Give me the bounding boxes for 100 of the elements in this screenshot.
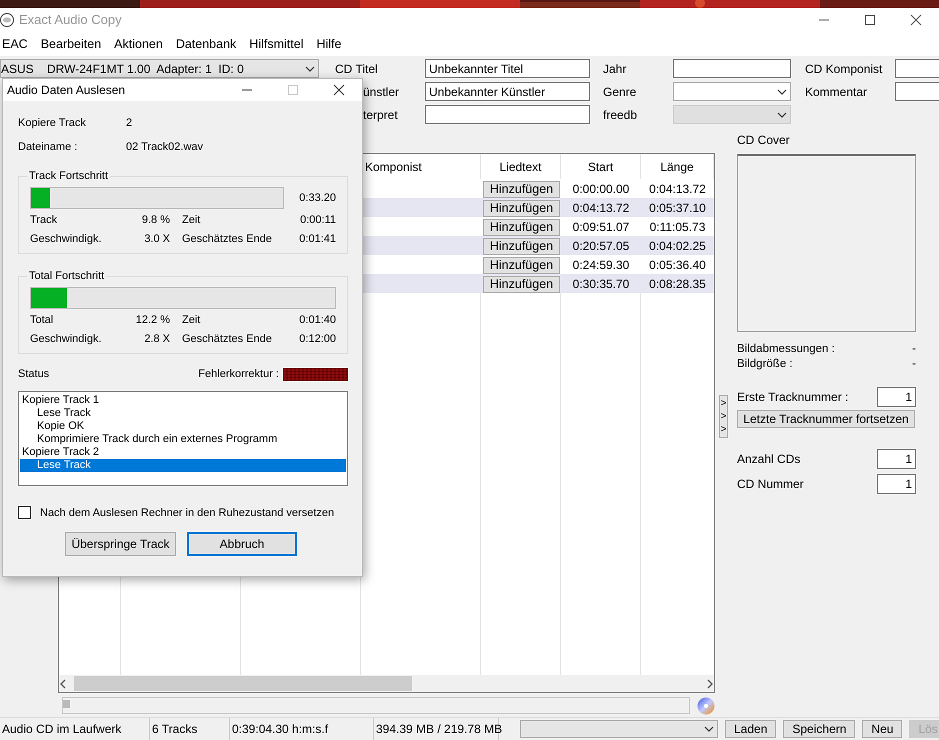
- column-header[interactable]: Länge: [641, 154, 714, 179]
- field-label: terpret: [363, 108, 398, 122]
- info-label: Kopiere Track: [18, 117, 87, 129]
- chevron-down-icon: [704, 724, 714, 734]
- add-lyrics-button[interactable]: Hinzufügen: [483, 218, 560, 236]
- disc-icon[interactable]: [697, 697, 715, 715]
- log-entry[interactable]: Komprimiere Track durch ein externes Programm: [20, 433, 346, 446]
- number-field[interactable]: 1: [877, 449, 916, 469]
- drive-dropdown[interactable]: ASUS DRW-24F1MT 1.00 Adapter: 1 ID: 0: [0, 59, 319, 78]
- table-cell-text: 0:05:37.10: [648, 200, 707, 216]
- scrollbar-thumb[interactable]: [74, 676, 412, 691]
- status-text: 0:39:04.30 h:m:s.f: [230, 718, 374, 740]
- stat-label: Geschätztes Ende: [182, 332, 273, 344]
- info-value: 2: [126, 117, 132, 129]
- log-entry[interactable]: Lese Track: [20, 407, 346, 420]
- field-label: Genre: [603, 84, 638, 98]
- cancel-button[interactable]: Abbruch: [187, 532, 297, 556]
- continue-numbering-button[interactable]: Letzte Tracknummer fortsetzen: [737, 410, 915, 428]
- chevron-down-icon: [305, 64, 315, 74]
- column-header[interactable]: Start: [561, 154, 641, 179]
- info-label: Bildabmessungen :: [737, 343, 835, 357]
- info-label: Dateiname :: [18, 141, 78, 153]
- close-icon: [333, 84, 345, 96]
- stat-label: Total: [30, 314, 54, 326]
- log-entry[interactable]: Kopie OK: [20, 420, 346, 433]
- menu-item[interactable]: Aktionen: [108, 36, 170, 50]
- seek-slider[interactable]: [62, 697, 690, 714]
- field-label: CD Nummer: [737, 477, 804, 491]
- maximize-icon: [864, 14, 876, 26]
- table-cell-text: 0:08:28.35: [648, 276, 707, 292]
- menu-item[interactable]: Bearbeiten: [34, 36, 108, 50]
- add-lyrics-button[interactable]: Hinzufügen: [483, 200, 560, 216]
- status-text: Audio CD im Laufwerk: [0, 718, 150, 740]
- stat-value: 0:01:41: [299, 232, 336, 244]
- number-field[interactable]: 1: [877, 387, 916, 407]
- input-field[interactable]: [895, 82, 939, 101]
- menu-item[interactable]: Hilfsmittel: [243, 36, 310, 50]
- field-label: Erste Tracknummer :: [737, 390, 848, 404]
- stat-value: 0:01:40: [299, 314, 336, 326]
- add-lyrics-button[interactable]: Hinzufügen: [483, 238, 560, 254]
- table-cell-text: 0:04:13.72: [572, 200, 630, 216]
- column-header[interactable]: Liedtext: [481, 154, 561, 179]
- table-cell-text: 0:04:13.72: [648, 180, 707, 198]
- field-label: CD Komponist: [805, 62, 884, 76]
- progress-time: 0:33.20: [299, 192, 336, 204]
- field-label: Jahr: [603, 62, 628, 76]
- genre-dropdown[interactable]: [673, 82, 791, 101]
- horizontal-scrollbar[interactable]: [59, 675, 714, 692]
- info-label: Bildgröße :: [737, 358, 793, 372]
- toolbar-button[interactable]: Neu: [862, 720, 902, 738]
- checkbox-label[interactable]: Nach dem Auslesen Rechner in den Ruhezustand versetzen: [40, 506, 334, 518]
- status-text: 6 Tracks: [150, 718, 230, 740]
- chevron-down-icon: [777, 86, 787, 96]
- menu-item[interactable]: Datenbank: [170, 36, 244, 50]
- stat-value: 0:00:11: [300, 214, 336, 226]
- input-field[interactable]: [895, 59, 939, 78]
- add-lyrics-button[interactable]: Hinzufügen: [483, 256, 560, 274]
- log-entry[interactable]: Lese Track: [20, 459, 346, 472]
- section-label: CD Cover: [737, 133, 791, 147]
- add-lyrics-button[interactable]: Hinzufügen: [483, 180, 560, 198]
- maximize-icon: [287, 84, 299, 96]
- skip-track-button[interactable]: Überspringe Track: [65, 532, 176, 556]
- group-title: Total Fortschritt: [28, 270, 106, 282]
- status-text: 394.39 MB / 219.78 MB: [374, 718, 499, 740]
- menu-item[interactable]: Hilfe: [310, 36, 348, 50]
- window-title: Exact Audio Copy: [19, 12, 123, 27]
- info-value: -: [912, 358, 916, 372]
- input-field[interactable]: Unbekannter Künstler: [425, 82, 590, 101]
- expand-panel-button[interactable]: >>>: [719, 395, 728, 438]
- log-entry[interactable]: Kopiere Track 1: [20, 394, 346, 407]
- stat-label: Zeit: [182, 214, 202, 226]
- stat-label: Geschwindigk.: [30, 232, 103, 244]
- status-label: Status: [18, 368, 50, 380]
- field-label: ünstler: [363, 84, 400, 98]
- stat-label: Geschätztes Ende: [182, 232, 273, 244]
- stat-value: 0:12:00: [299, 332, 336, 344]
- stat-value: 3.0 X: [143, 232, 170, 244]
- stat-value: 2.8 X: [143, 332, 170, 344]
- stat-label: Track: [30, 214, 58, 226]
- table-cell-text: 0:09:51.07: [572, 218, 630, 236]
- stat-label: Zeit: [182, 314, 202, 326]
- number-field[interactable]: 1: [877, 474, 916, 494]
- log-entry[interactable]: Kopiere Track 2: [20, 446, 346, 459]
- toolbar-button[interactable]: Laden: [725, 720, 776, 738]
- stat-value: 9.8 %: [140, 214, 170, 226]
- add-lyrics-button[interactable]: Hinzufügen: [483, 276, 560, 292]
- slider-thumb[interactable]: [63, 700, 70, 708]
- input-field[interactable]: [673, 59, 791, 78]
- stat-label: Geschwindigk.: [30, 332, 103, 344]
- input-field[interactable]: Unbekannter Titel: [425, 59, 590, 78]
- table-cell-text: 0:30:35.70: [572, 276, 630, 292]
- toolbar-button[interactable]: Speichern: [783, 720, 856, 738]
- menu-item[interactable]: EAC: [0, 36, 35, 50]
- field-label: CD Titel: [335, 62, 379, 76]
- table-cell-text: 0:20:57.05: [572, 238, 630, 254]
- table-cell-text: 0:00:00.00: [572, 180, 630, 198]
- checkbox[interactable]: [18, 506, 31, 519]
- stat-value: 12.2 %: [134, 314, 170, 326]
- group-title: Track Fortschritt: [28, 170, 110, 182]
- input-field[interactable]: [425, 105, 590, 124]
